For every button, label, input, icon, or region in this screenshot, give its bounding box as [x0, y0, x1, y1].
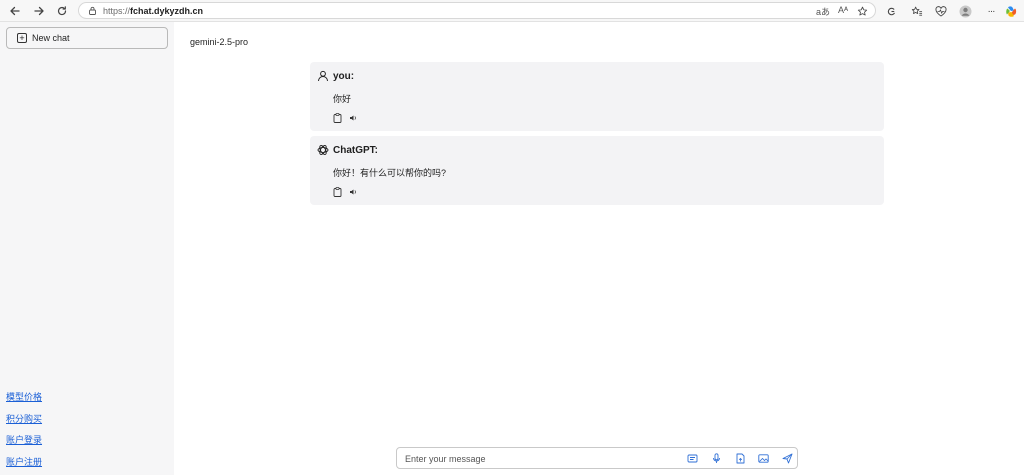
- link-account-register[interactable]: 账户注册: [6, 455, 42, 476]
- prompt-icon[interactable]: [687, 453, 698, 464]
- message-user: you: 你好: [310, 62, 884, 131]
- address-bar[interactable]: https:// fchat.dykyzdh.cn: [78, 2, 876, 19]
- message-sender: ChatGPT:: [333, 145, 378, 156]
- message-text: 你好: [333, 92, 351, 105]
- forward-icon[interactable]: [30, 2, 48, 20]
- send-icon[interactable]: [782, 453, 793, 464]
- new-chat-label: New chat: [32, 33, 70, 43]
- message-actions: [333, 113, 357, 123]
- message-input[interactable]: [403, 451, 673, 466]
- speak-icon[interactable]: [348, 187, 357, 197]
- message-actions: [333, 187, 357, 197]
- microphone-icon[interactable]: [711, 453, 722, 464]
- sidebar: + New chat 模型价格 积分购买 账户登录 账户注册: [0, 22, 174, 475]
- profile-icon[interactable]: [956, 2, 974, 20]
- back-icon[interactable]: [6, 2, 24, 20]
- more-icon[interactable]: ···: [982, 2, 1000, 20]
- message-assistant: ChatGPT: 你好！有什么可以帮你的吗?: [310, 136, 884, 205]
- browser-toolbar: https:// fchat.dykyzdh.cn aあ Aᴬ ···: [0, 0, 1024, 22]
- speak-icon[interactable]: [348, 113, 357, 123]
- message-header: ChatGPT:: [317, 144, 378, 156]
- copilot-icon[interactable]: [1002, 2, 1020, 20]
- link-buy-credits[interactable]: 积分购买: [6, 412, 42, 434]
- message-sender: you:: [333, 71, 354, 82]
- file-upload-icon[interactable]: [735, 453, 746, 464]
- favorites-icon[interactable]: [908, 2, 926, 20]
- url-protocol: https://: [103, 6, 130, 16]
- user-icon: [317, 70, 329, 82]
- link-model-pricing[interactable]: 模型价格: [6, 390, 42, 412]
- lock-icon[interactable]: [88, 6, 97, 15]
- sidebar-links: 模型价格 积分购买 账户登录 账户注册: [6, 390, 42, 476]
- link-account-login[interactable]: 账户登录: [6, 433, 42, 455]
- extension-icon[interactable]: [882, 2, 900, 20]
- model-name: gemini-2.5-pro: [190, 37, 248, 47]
- message-header: you:: [317, 70, 354, 82]
- url-host: fchat.dykyzdh.cn: [130, 6, 203, 16]
- plus-icon: +: [17, 33, 27, 43]
- favorite-star-icon[interactable]: [853, 2, 871, 20]
- health-icon[interactable]: [932, 2, 950, 20]
- new-chat-button[interactable]: + New chat: [6, 27, 168, 49]
- copy-icon[interactable]: [333, 113, 342, 123]
- image-upload-icon[interactable]: [758, 453, 769, 464]
- message-text: 你好！有什么可以帮你的吗?: [333, 166, 446, 179]
- openai-icon: [317, 144, 329, 156]
- message-composer: [396, 447, 798, 469]
- refresh-icon[interactable]: [53, 2, 71, 20]
- translate-icon[interactable]: aあ: [816, 5, 830, 18]
- read-aloud-icon[interactable]: Aᴬ: [838, 5, 848, 15]
- copy-icon[interactable]: [333, 187, 342, 197]
